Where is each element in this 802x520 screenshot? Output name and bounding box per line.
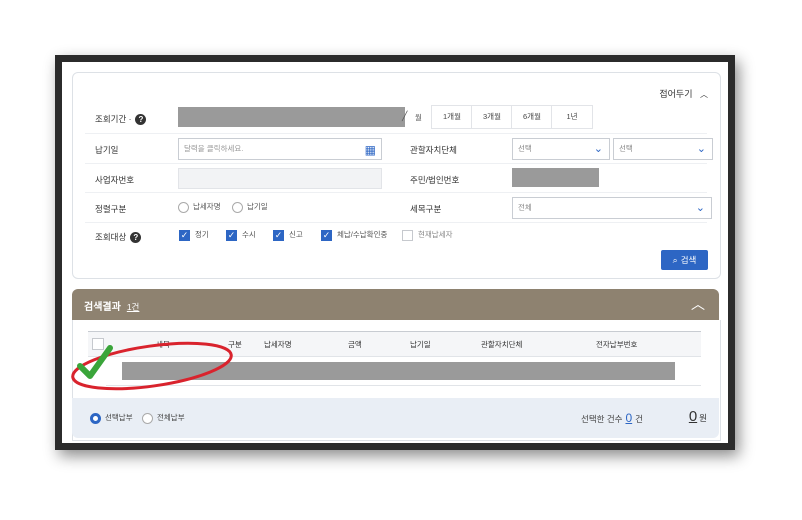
period-redacted <box>178 107 405 127</box>
collapse-toggle[interactable]: 접어두기 ︿ <box>659 87 708 100</box>
checkbox-empty-icon <box>402 229 413 241</box>
results-title: 검색결과 1건 <box>84 302 140 313</box>
chevron-up-icon: ︿ <box>700 90 708 99</box>
target-row: 조회대상? ✓ 정기 ✓ 수시 ✓ 신고 ✓ 체납/수납확인중 현재납세자 <box>85 222 707 247</box>
collapse-label: 접어두기 <box>659 89 693 99</box>
payment-footer: 선택납부 전체납부 선택한 건수 0 건 0원 <box>72 398 719 438</box>
radio-checked-icon <box>90 412 101 424</box>
bizno-row: 사업자번호 주민/법인번호 <box>85 163 707 193</box>
checkbox-checked-icon: ✓ <box>179 229 190 241</box>
due-date-input[interactable]: 달력을 클릭하세요. ▦ <box>178 138 382 160</box>
tax-item-select[interactable]: 전체 ⌄ <box>512 197 712 219</box>
tab-6months[interactable]: 6개월 <box>511 105 553 129</box>
edit-icon: ╱ <box>402 111 408 121</box>
target-option-current[interactable]: 현재납세자 <box>402 229 453 241</box>
help-icon[interactable]: ? <box>130 232 142 244</box>
period-label: 조회기간 ·? <box>95 113 147 126</box>
results-count[interactable]: 1건 <box>127 302 140 312</box>
green-checkmark-icon <box>77 345 113 379</box>
col-epay-no: 전자납부번호 <box>596 340 638 349</box>
period-tabs: 1개월 3개월 6개월 1년 <box>431 105 601 129</box>
pay-option-selected[interactable]: 선택납부 <box>90 412 133 424</box>
calendar-icon[interactable]: ▦ <box>365 140 376 160</box>
col-due-date: 납기일 <box>410 340 431 349</box>
pay-option-all[interactable]: 전체납부 <box>142 412 185 424</box>
help-icon[interactable]: ? <box>135 114 147 126</box>
chevron-down-icon: ⌄ <box>593 143 603 155</box>
tab-1year[interactable]: 1년 <box>551 105 593 129</box>
classify-label: 정렬구분 <box>95 204 127 214</box>
total-amount-value: 0 <box>688 408 698 425</box>
screenshot-frame: 접어두기 ︿ 조회기간 ·? ╱ 월 1개월 3개월 6개월 1년 납기일 달력… <box>55 55 735 450</box>
classify-option-name[interactable]: 납세자명 <box>178 201 221 213</box>
results-header[interactable]: 검색결과 1건 ︿ <box>72 289 719 320</box>
due-date-row: 납기일 달력을 클릭하세요. ▦ 관할자치단체 선택 ⌄ 선택 ⌄ <box>85 133 713 164</box>
checkbox-checked-icon: ✓ <box>321 229 332 241</box>
search-panel: 접어두기 ︿ 조회기간 ·? ╱ 월 1개월 3개월 6개월 1년 납기일 달력… <box>72 72 721 279</box>
tab-1month[interactable]: 1개월 <box>431 105 473 129</box>
col-jurisdiction: 관할자치단체 <box>481 340 523 349</box>
chevron-up-icon[interactable]: ︿ <box>691 294 705 314</box>
target-option-arrears[interactable]: ✓ 체납/수납확인중 <box>321 229 387 241</box>
period-row: 조회기간 ·? ╱ 월 1개월 3개월 6개월 1년 <box>85 105 707 133</box>
resident-no-redacted <box>512 168 599 187</box>
period-suffix: 월 <box>415 113 422 122</box>
tax-item-label: 세목구분 <box>410 204 442 214</box>
due-date-placeholder: 달력을 클릭하세요. <box>184 144 244 153</box>
radio-icon <box>178 201 189 213</box>
radio-icon <box>142 412 153 424</box>
checkbox-checked-icon: ✓ <box>273 229 284 241</box>
col-taxpayer: 납세자명 <box>264 340 292 349</box>
col-amount: 금액 <box>348 340 362 349</box>
due-date-label: 납기일 <box>95 145 119 155</box>
classify-row: 정렬구분 납세자명 납기일 세목구분 전체 ⌄ <box>85 192 712 223</box>
chevron-down-icon: ⌄ <box>695 202 705 214</box>
jurisdiction-label: 관할자치단체 <box>410 145 457 155</box>
target-option-occasional[interactable]: ✓ 수시 <box>226 229 256 241</box>
target-label: 조회대상? <box>95 231 142 244</box>
bizno-input[interactable] <box>178 168 382 189</box>
checkbox-checked-icon: ✓ <box>226 229 237 241</box>
radio-icon <box>232 201 243 213</box>
jurisdiction-select-1[interactable]: 선택 ⌄ <box>512 138 610 160</box>
chevron-down-icon: ⌄ <box>696 143 706 155</box>
bizno-label: 사업자번호 <box>95 175 135 185</box>
target-option-report[interactable]: ✓ 신고 <box>273 229 303 241</box>
search-icon: ⌕ <box>672 255 678 265</box>
target-option-regular[interactable]: ✓ 정기 <box>179 229 209 241</box>
total-amount: 0원 <box>688 408 707 425</box>
jurisdiction-select-2[interactable]: 선택 ⌄ <box>613 138 713 160</box>
classify-option-duedate[interactable]: 납기일 <box>232 201 268 213</box>
tab-3months[interactable]: 3개월 <box>471 105 513 129</box>
resident-no-label: 주민/법인번호 <box>410 175 460 185</box>
selected-count-value: 0 <box>625 411 633 425</box>
selected-count: 선택한 건수 0 건 <box>581 411 643 425</box>
search-button[interactable]: ⌕ 검색 <box>661 250 708 270</box>
